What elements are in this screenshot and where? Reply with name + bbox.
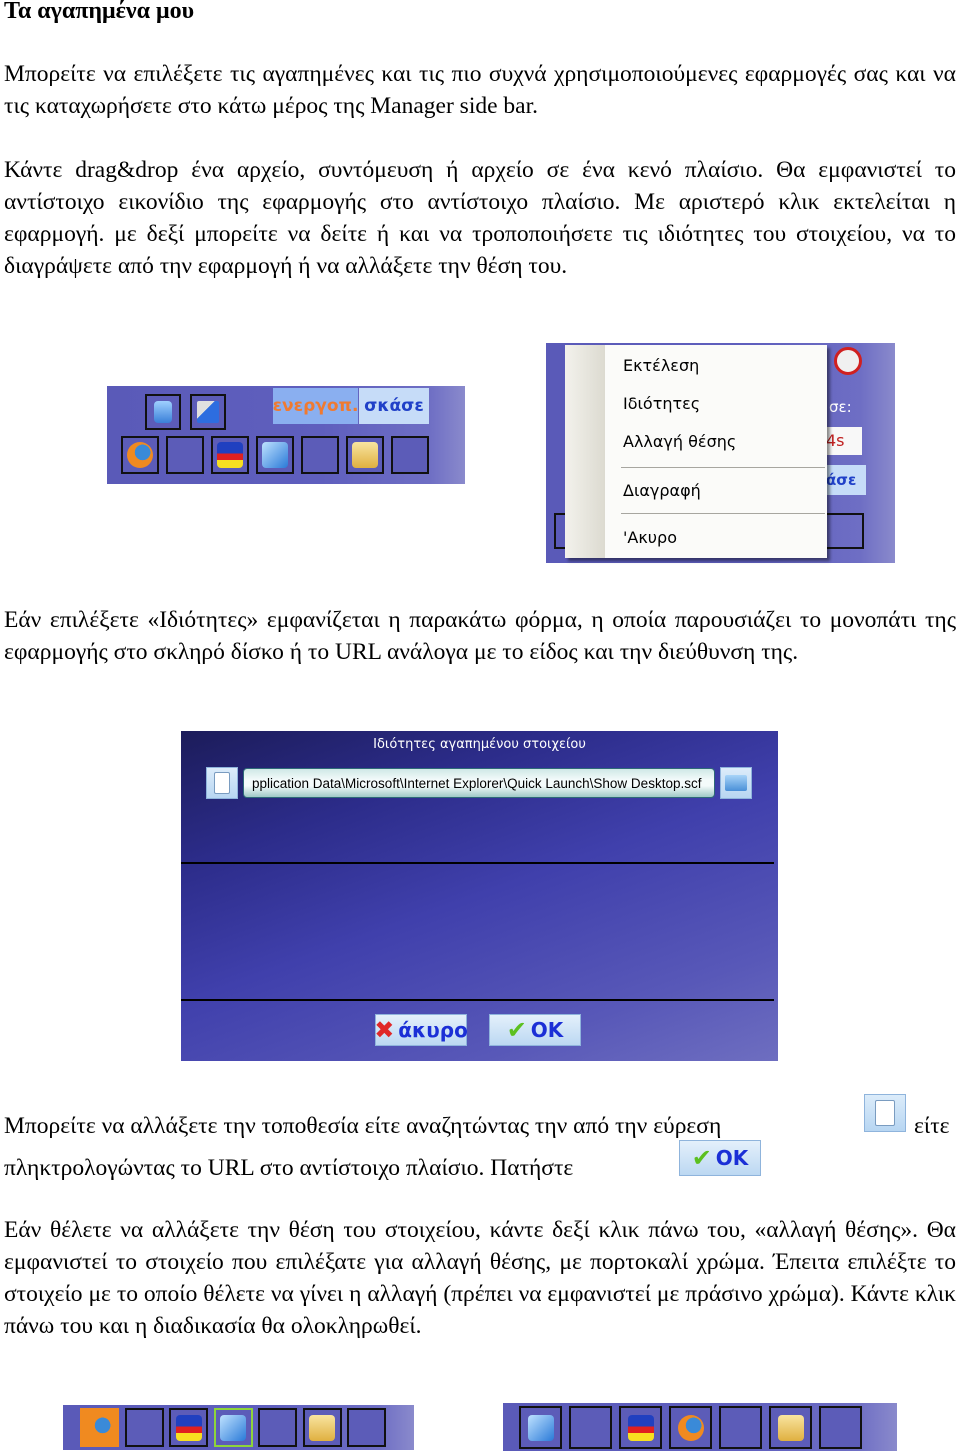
document-icon bbox=[875, 1100, 895, 1126]
favorite-slot[interactable] bbox=[346, 436, 384, 474]
favorite-slot[interactable] bbox=[211, 436, 249, 474]
browse-folder-button[interactable] bbox=[720, 767, 752, 799]
empty-favorite-slot[interactable] bbox=[258, 1408, 297, 1447]
empty-favorite-slot[interactable] bbox=[819, 1406, 862, 1449]
swap-paragraph: Εάν θέλετε να αλλάξετε την θέση του στοι… bbox=[4, 1217, 956, 1339]
browse-file-button[interactable] bbox=[206, 767, 238, 799]
favorite-slot[interactable] bbox=[619, 1406, 662, 1449]
dragdrop-paragraph: Κάντε drag&drop ένα αρχείο, συντόμευση ή… bbox=[4, 157, 956, 279]
red-x-icon: ✖ bbox=[374, 1016, 395, 1044]
dialog-title: Ιδιότητες αγαπημένου στοιχείου bbox=[373, 737, 586, 752]
menu-item-cancel[interactable]: 'Ακυρο bbox=[623, 528, 677, 547]
menu-separator bbox=[621, 513, 825, 514]
sidebar-computer-button[interactable] bbox=[145, 394, 181, 430]
green-check-icon: ✔ bbox=[506, 1016, 527, 1044]
favorite-slot[interactable] bbox=[669, 1406, 712, 1449]
empty-favorite-slot[interactable] bbox=[569, 1406, 612, 1449]
behind-close-button: άσε bbox=[826, 465, 866, 495]
pacman-game-icon bbox=[175, 1414, 202, 1441]
location-paragraph-line2: πληκτρολογώντας το URL στο αντίστοιχο πλ… bbox=[4, 1155, 574, 1181]
context-menu: Εκτέλεση Ιδιότητες Αλλαγή θέσης Διαγραφή… bbox=[565, 345, 827, 558]
dialog-cancel-button[interactable]: ✖ άκυρο bbox=[374, 1014, 468, 1046]
inline-ok-label: OK bbox=[715, 1146, 749, 1170]
favorite-slot[interactable] bbox=[121, 436, 159, 474]
green-check-icon: ✔ bbox=[691, 1144, 712, 1172]
empty-favorite-slot[interactable] bbox=[347, 1408, 386, 1447]
folder-icon bbox=[777, 1414, 804, 1441]
folder-icon bbox=[309, 1414, 335, 1441]
inline-ok-button: ✔ OK bbox=[679, 1140, 761, 1176]
activate-button[interactable]: ενεργοπ. bbox=[273, 388, 358, 424]
close-circle-icon bbox=[834, 347, 862, 375]
empty-favorite-slot[interactable] bbox=[301, 436, 339, 474]
empty-favorite-slot[interactable] bbox=[719, 1406, 762, 1449]
intro-paragraph: Μπορείτε να επιλέξετε τις αγαπημένες και… bbox=[4, 61, 956, 119]
sidebar-settings-button[interactable] bbox=[190, 394, 226, 430]
ie-icon bbox=[527, 1414, 554, 1441]
favorite-slot[interactable] bbox=[769, 1406, 812, 1449]
empty-favorite-slot[interactable] bbox=[391, 436, 429, 474]
divider bbox=[181, 862, 774, 864]
menu-item-delete[interactable]: Διαγραφή bbox=[623, 481, 701, 500]
computer-icon bbox=[154, 401, 172, 423]
favorite-slot[interactable] bbox=[169, 1408, 208, 1447]
menu-item-properties[interactable]: Ιδιότητες bbox=[623, 394, 700, 413]
firefox-icon bbox=[677, 1414, 704, 1441]
menu-item-change-position[interactable]: Αλλαγή θέσης bbox=[623, 432, 736, 451]
firefox-icon bbox=[86, 1414, 113, 1441]
swap-after-panel bbox=[503, 1403, 897, 1451]
dialog-ok-label: OK bbox=[530, 1018, 564, 1042]
favorite-slot[interactable] bbox=[302, 1408, 342, 1447]
firefox-icon bbox=[127, 442, 153, 468]
divider bbox=[181, 999, 774, 1001]
close-button[interactable]: σκάσε bbox=[359, 388, 429, 424]
dialog-ok-button[interactable]: ✔ OK bbox=[489, 1014, 581, 1046]
menu-gutter bbox=[565, 345, 605, 558]
inline-browse-button bbox=[864, 1094, 906, 1132]
favorite-slot[interactable] bbox=[519, 1406, 562, 1449]
wrench-icon bbox=[197, 401, 219, 423]
pacman-game-icon bbox=[217, 442, 243, 468]
behind-timer: 4s bbox=[826, 427, 862, 455]
path-input[interactable] bbox=[243, 768, 715, 798]
menu-separator bbox=[621, 467, 825, 468]
empty-favorite-slot[interactable] bbox=[166, 436, 204, 474]
dialog-cancel-label: άκυρο bbox=[398, 1018, 468, 1042]
ie-icon bbox=[262, 442, 288, 468]
document-icon bbox=[214, 772, 230, 794]
location-paragraph-line1: Μπορείτε να αλλάξετε την τοποθεσία είτε … bbox=[4, 1113, 722, 1139]
swap-before-panel bbox=[63, 1405, 414, 1450]
favorite-slot[interactable] bbox=[80, 1408, 119, 1447]
page-title: Τα αγαπημένα μου bbox=[4, 0, 195, 24]
folder-icon bbox=[352, 442, 378, 468]
pacman-game-icon bbox=[627, 1414, 654, 1441]
empty-favorite-slot[interactable] bbox=[124, 1408, 164, 1447]
favorite-slot[interactable] bbox=[256, 436, 294, 474]
properties-paragraph: Εάν επιλέξετε «Ιδιότητες» εμφανίζεται η … bbox=[4, 607, 956, 665]
sidebar-panel: ενεργοπ. σκάσε bbox=[107, 386, 465, 484]
behind-label: σε: bbox=[829, 398, 852, 416]
favorite-slot[interactable] bbox=[213, 1408, 253, 1447]
behind-slot bbox=[824, 513, 864, 549]
location-paragraph-either: είτε bbox=[914, 1113, 950, 1139]
ie-icon bbox=[220, 1414, 246, 1441]
folder-icon bbox=[725, 775, 747, 791]
menu-item-run[interactable]: Εκτέλεση bbox=[623, 356, 699, 375]
